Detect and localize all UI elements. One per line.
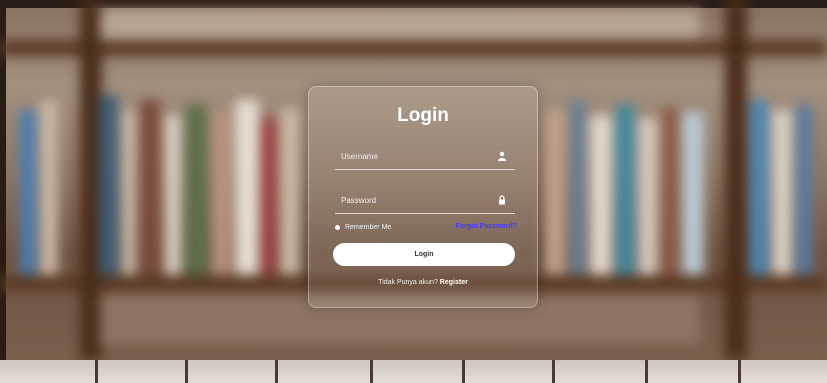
plank-seam — [275, 360, 278, 383]
plank-seam — [552, 360, 555, 383]
book — [616, 105, 634, 275]
plank-seam — [462, 360, 465, 383]
plank-seam — [185, 360, 188, 383]
book — [750, 100, 768, 275]
username-field — [335, 145, 515, 170]
book — [40, 100, 58, 275]
register-link[interactable]: Register — [440, 279, 468, 286]
book — [545, 110, 565, 275]
book — [662, 108, 678, 275]
forgot-password-link[interactable]: Forgot Password? — [456, 223, 517, 230]
book — [212, 112, 230, 275]
shelf-post — [80, 0, 102, 360]
book — [682, 112, 704, 275]
book — [235, 100, 259, 275]
remember-me-checkbox[interactable]: Remember Me — [335, 224, 391, 231]
wooden-tabletop — [0, 360, 827, 383]
book — [280, 108, 300, 275]
book — [590, 115, 612, 275]
book — [796, 105, 812, 275]
lock-icon — [499, 195, 505, 205]
book — [262, 118, 276, 275]
plank-seam — [738, 360, 741, 383]
password-field — [335, 189, 515, 214]
shelf-board — [0, 40, 827, 56]
user-icon — [498, 151, 506, 161]
password-input[interactable] — [335, 189, 501, 211]
login-title: Login — [397, 105, 449, 126]
plank-seam — [645, 360, 648, 383]
login-button[interactable]: Login — [333, 243, 515, 266]
username-input[interactable] — [335, 145, 501, 167]
remember-me-label: Remember Me — [345, 224, 392, 231]
login-card: Login Remember Me Forgot Password? Login… — [308, 86, 538, 308]
shelf-post — [725, 0, 747, 360]
book — [140, 100, 160, 275]
book — [772, 110, 792, 275]
plank-seam — [370, 360, 373, 383]
book — [20, 110, 36, 275]
top-shelf-books — [100, 10, 700, 40]
register-prompt: Tidak Punya akun? Register — [309, 279, 537, 286]
checkbox-indicator[interactable] — [335, 225, 340, 230]
book — [100, 95, 118, 275]
book — [185, 105, 207, 275]
plank-seam — [95, 360, 98, 383]
book — [165, 115, 181, 275]
book — [570, 100, 586, 275]
book — [638, 118, 658, 275]
book — [122, 110, 136, 275]
register-prompt-text: Tidak Punya akun? — [378, 279, 438, 286]
